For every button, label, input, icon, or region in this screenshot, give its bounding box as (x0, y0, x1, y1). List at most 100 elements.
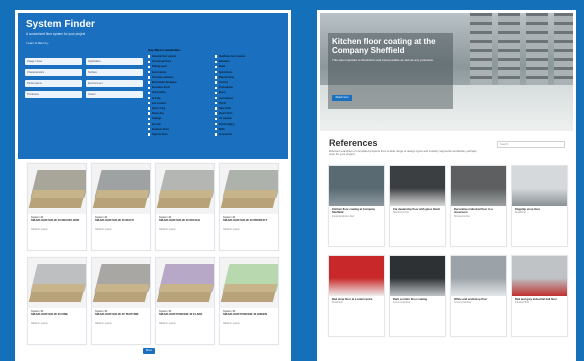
checkbox[interactable] (215, 112, 218, 115)
reference-card[interactable]: Flagship store floor Retail floor (511, 165, 568, 247)
filter-checkbox-item[interactable]: Accessories (215, 132, 279, 137)
reference-desc: Commercial floor (393, 302, 411, 305)
reference-card[interactable]: Kitchen floor coating at Company Sheffie… (328, 165, 385, 247)
checkbox[interactable] (148, 60, 151, 63)
product-card[interactable]: System 40 SIKAFLOOR PURCEM 40 FLAKE Sikafl… (155, 257, 215, 345)
filter-select[interactable]: Characteristics (25, 69, 82, 76)
checkbox[interactable] (215, 76, 218, 79)
checkbox[interactable] (148, 55, 151, 58)
reference-card[interactable]: Office and workshop floor Commercial floo… (450, 255, 507, 337)
filter-label: Commercial floors (151, 60, 172, 64)
checkbox[interactable] (215, 65, 218, 69)
swatch-base-layer (92, 292, 148, 302)
reference-title[interactable]: Kitchen floor coating at Company Sheffie… (329, 206, 384, 215)
product-card[interactable]: System 40 SIKAFLOOR SOLID 40 MULTI Sikaflo… (91, 163, 151, 251)
checkbox[interactable] (215, 91, 218, 95)
product-card[interactable]: System 40 SIKAFLOOR SOLID 40 ROUGH Sikaflo… (155, 163, 215, 251)
filter-label: Flake finish (218, 106, 231, 110)
references-header: References Discover examples of complete… (329, 138, 479, 157)
checkbox[interactable] (148, 86, 151, 89)
swatch-base-layer (220, 292, 276, 302)
checkbox[interactable] (148, 112, 151, 115)
checkbox[interactable] (148, 70, 151, 74)
filter-label: Walls (218, 127, 225, 131)
checkbox[interactable] (215, 86, 218, 89)
reference-desc: Industrial floor (515, 302, 530, 305)
filter-label: Epoxy (218, 91, 226, 95)
filter-column-right: Healthcare floor systems Education Retail S… (215, 54, 279, 137)
checkbox[interactable] (215, 102, 218, 105)
product-meta: Sikafloor system (95, 228, 112, 231)
hero-read-more-button[interactable]: Read more (332, 95, 352, 101)
checkbox[interactable] (215, 117, 218, 121)
reference-desc: Retail floor (332, 302, 343, 305)
references-page: Kitchen floor coating at the Company She… (317, 10, 576, 361)
product-swatch-image (92, 164, 150, 214)
checkbox[interactable] (215, 96, 218, 100)
references-search-input[interactable]: Search (497, 141, 565, 148)
reference-card[interactable]: Car dealership floor with gloss finish Sh… (389, 165, 446, 247)
references-title: References (329, 138, 378, 148)
filter-label: Food industry (151, 70, 167, 74)
product-card[interactable]: System 40 SIKAFLOOR SOLID 40 FINE Sikafloo… (27, 257, 87, 345)
product-grid: System 40 SIKAFLOOR SOLID 40 DECOFLOOR Sik… (27, 163, 281, 345)
reference-card[interactable]: Red shop floor at a retail centre Retail … (328, 255, 385, 337)
product-swatch-image (28, 258, 86, 308)
filter-select[interactable]: Usage / Area (25, 58, 82, 65)
reference-title[interactable]: Decorative industrial floor in a showroo… (451, 206, 506, 215)
product-meta: Sikafloor system (223, 228, 240, 231)
filter-label: Education (218, 60, 230, 64)
reference-image (451, 166, 506, 206)
checkbox[interactable] (148, 76, 151, 79)
reference-title[interactable]: Car dealership floor with gloss finish (390, 206, 445, 211)
product-card[interactable]: System 40 SIKAFLOOR SOLID 40 DECOFLOOR Sik… (27, 163, 87, 251)
checkbox[interactable] (148, 81, 151, 84)
product-swatch-image (28, 164, 86, 214)
checkbox[interactable] (148, 91, 151, 95)
filter-selects: Usage / Area Application Characteristics… (25, 58, 143, 98)
checkbox[interactable] (215, 60, 218, 63)
product-swatch-image (156, 258, 214, 308)
filter-select[interactable]: Colour (86, 91, 143, 98)
filter-checkbox-item[interactable]: Hygienic floors (148, 132, 212, 137)
filter-select[interactable]: Application (86, 58, 143, 65)
checkbox[interactable] (215, 122, 218, 126)
checkbox[interactable] (148, 102, 151, 105)
checkbox[interactable] (148, 107, 151, 110)
more-button[interactable]: More (143, 348, 155, 354)
swatch-base-layer (28, 292, 84, 302)
product-card[interactable]: System 40 SIKAFLOOR SOLID 40 TEXTURE Sikaf… (91, 257, 151, 345)
filter-select[interactable]: Performance (25, 80, 82, 87)
filter-label: Low emission (151, 101, 167, 105)
checkbox[interactable] (215, 107, 218, 110)
reference-desc: Commercial floor (454, 302, 472, 305)
product-card[interactable]: System 40 SIKAFLOOR PURCEM 40 GREEN Sikafl… (219, 257, 279, 345)
checkbox[interactable] (148, 128, 151, 131)
product-name[interactable]: SIKAFLOOR SOLID 40 DECOFLOOR (28, 218, 86, 222)
product-meta: Sikafloor system (31, 322, 48, 325)
checkbox[interactable] (148, 65, 151, 69)
filter-label: Coatings (151, 117, 162, 121)
filter-select[interactable]: Thickness (25, 91, 82, 98)
product-meta: Sikafloor system (159, 228, 176, 231)
reference-card[interactable]: Red and grey industrial hall floor Indust… (511, 255, 568, 337)
checkbox[interactable] (215, 128, 218, 131)
checkbox[interactable] (215, 55, 218, 58)
checkbox[interactable] (148, 133, 151, 136)
checkbox[interactable] (215, 70, 218, 74)
checkbox[interactable] (148, 122, 151, 126)
checkbox[interactable] (148, 96, 151, 100)
checkbox[interactable] (215, 133, 218, 136)
product-card[interactable]: System 40 SIKAFLOOR SOLID 40 PRODUCT Sikaf… (219, 163, 279, 251)
reference-card[interactable]: Decorative industrial floor in a showroo… (450, 165, 507, 247)
filter-label: UV resistant (218, 117, 232, 121)
filter-select[interactable]: Environment (86, 80, 143, 87)
checkbox[interactable] (215, 81, 218, 84)
product-meta: Sikafloor system (95, 322, 112, 325)
reference-card[interactable]: Dark corridor floor coating Commercial fl… (389, 255, 446, 337)
checkbox[interactable] (148, 117, 151, 121)
filter-select[interactable]: Surface (86, 69, 143, 76)
filter-label: Parking decks (151, 65, 167, 69)
filter-label: Crack bridging (218, 122, 235, 126)
product-swatch-image (156, 164, 214, 214)
